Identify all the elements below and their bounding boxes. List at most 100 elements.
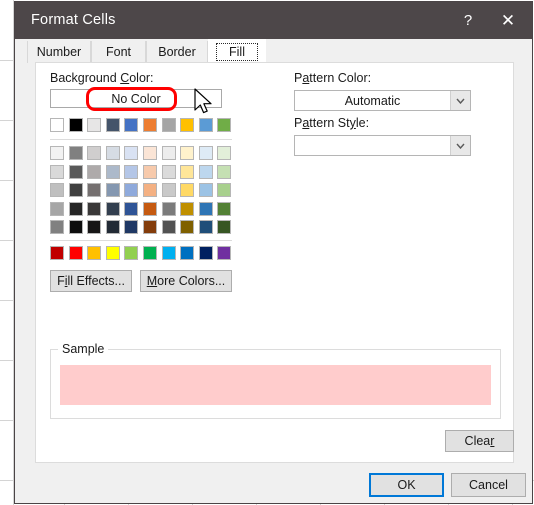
clear-button[interactable]: Clear [445,430,514,452]
theme-variant-swatch-r3-5[interactable] [143,201,157,216]
theme-variant-swatch-r2-2[interactable] [87,183,102,198]
theme-color-swatch-1[interactable] [68,118,83,132]
standard-color-swatch-0[interactable] [50,246,64,260]
theme-variant-swatch-r4-1[interactable] [68,220,83,235]
standard-color-swatch-2[interactable] [87,246,102,260]
theme-variant-swatch-r2-3[interactable] [105,183,120,198]
standard-color-swatch-1[interactable] [68,246,83,260]
theme-variant-swatch-r3-3[interactable] [105,201,120,216]
chevron-down-icon[interactable] [450,91,470,110]
theme-variant-swatch-r3-8[interactable] [198,201,213,216]
theme-variant-swatch-r0-9[interactable] [217,146,232,160]
theme-variant-swatch-r0-0[interactable] [50,146,64,160]
theme-variant-swatch-r4-2[interactable] [87,220,102,235]
theme-variant-swatch-r1-3[interactable] [105,164,120,179]
theme-variant-swatch-r0-7[interactable] [180,146,195,160]
theme-variant-swatch-r1-9[interactable] [217,164,232,179]
more-colors-button[interactable]: More Colors... [140,270,232,292]
fill-effects-button[interactable]: Fill Effects... [50,270,132,292]
theme-color-swatch-4[interactable] [124,118,139,132]
theme-variant-swatch-r3-6[interactable] [161,201,176,216]
standard-color-swatch-7[interactable] [180,246,195,260]
no-color-button[interactable]: No Color [50,89,222,108]
no-color-button-label: No Color [111,91,161,106]
theme-variant-swatch-r2-1[interactable] [68,183,83,198]
theme-variant-swatch-r3-0[interactable] [50,201,64,216]
theme-variant-swatch-r1-7[interactable] [180,164,195,179]
cancel-button[interactable]: Cancel [451,473,526,497]
theme-variant-swatch-r0-2[interactable] [87,146,102,160]
theme-variant-swatch-r0-1[interactable] [68,146,83,160]
background-color-label-pre: Background [50,71,121,85]
standard-color-swatch-4[interactable] [124,246,139,260]
more-colors-label: More Colors... [147,274,226,288]
theme-variant-swatch-r4-9[interactable] [217,220,232,235]
theme-color-swatch-8[interactable] [198,118,213,132]
theme-color-swatch-5[interactable] [143,118,157,132]
theme-variant-swatch-r2-9[interactable] [217,183,232,198]
theme-variant-swatch-r4-7[interactable] [180,220,195,235]
tab-fill[interactable]: Fill [208,39,266,64]
ok-button[interactable]: OK [369,473,444,497]
theme-variant-swatch-r1-6[interactable] [161,164,176,179]
theme-variant-swatch-r2-5[interactable] [143,183,157,198]
theme-variant-swatch-r1-0[interactable] [50,164,64,179]
standard-color-swatch-9[interactable] [217,246,232,260]
theme-color-swatch-0[interactable] [50,118,64,132]
theme-color-swatch-7[interactable] [180,118,195,132]
background-color-label-accel: C [120,71,130,85]
theme-variant-swatch-r0-5[interactable] [143,146,157,160]
fill-tab-panel: Background Color: No Color Fill Effects.… [35,62,514,463]
theme-variant-swatch-r1-1[interactable] [68,164,83,179]
theme-variant-swatch-r2-4[interactable] [124,183,139,198]
tab-number[interactable]: Number [27,41,91,63]
pattern-style-combo[interactable] [294,135,471,156]
help-icon[interactable]: ? [450,2,486,39]
theme-color-swatch-9[interactable] [217,118,232,132]
dialog-titlebar[interactable]: Format Cells ? ✕ [15,2,532,39]
palette-divider [50,139,232,140]
theme-variant-swatch-r4-3[interactable] [105,220,120,235]
theme-variant-swatch-r4-0[interactable] [50,220,64,235]
fill-effects-post: ll Effects... [67,274,125,288]
chevron-down-icon[interactable] [450,136,470,155]
standard-color-swatch-6[interactable] [161,246,176,260]
theme-variant-swatch-r0-3[interactable] [105,146,120,160]
theme-variant-swatch-r0-4[interactable] [124,146,139,160]
dialog-title: Format Cells [31,12,116,28]
theme-variant-swatch-r4-5[interactable] [143,220,157,235]
pattern-color-combo[interactable]: Automatic [294,90,471,111]
standard-color-swatch-3[interactable] [105,246,120,260]
theme-variant-swatch-r3-1[interactable] [68,201,83,216]
theme-variant-swatch-r2-8[interactable] [198,183,213,198]
theme-variant-swatch-r3-9[interactable] [217,201,232,216]
tab-border[interactable]: Border [146,41,208,63]
theme-color-swatch-6[interactable] [161,118,176,132]
ok-label: OK [397,478,416,492]
standard-color-swatch-5[interactable] [143,246,157,260]
theme-variant-swatch-r4-6[interactable] [161,220,176,235]
theme-color-swatch-2[interactable] [87,118,102,132]
theme-variant-swatch-r1-4[interactable] [124,164,139,179]
theme-variant-swatch-r2-0[interactable] [50,183,64,198]
clear-accel: r [490,434,495,448]
theme-variant-swatch-r1-5[interactable] [143,164,157,179]
theme-variant-swatch-r2-7[interactable] [180,183,195,198]
cancel-label: Cancel [469,478,508,492]
theme-variant-swatch-r0-6[interactable] [161,146,176,160]
theme-variant-swatch-r1-8[interactable] [198,164,213,179]
theme-color-swatch-3[interactable] [105,118,120,132]
theme-variant-swatch-r3-4[interactable] [124,201,139,216]
theme-variant-swatch-r3-7[interactable] [180,201,195,216]
theme-variant-swatch-r0-8[interactable] [198,146,213,160]
tab-font[interactable]: Font [91,41,146,63]
standard-color-swatch-8[interactable] [198,246,213,260]
theme-variant-swatch-r3-2[interactable] [87,201,102,216]
theme-variant-swatch-r4-8[interactable] [198,220,213,235]
close-icon[interactable]: ✕ [490,2,526,39]
theme-variant-swatch-r1-2[interactable] [87,164,102,179]
tab-strip: Number Font Border Fill [15,39,532,64]
palette-divider [50,240,232,241]
theme-variant-swatch-r2-6[interactable] [161,183,176,198]
theme-variant-swatch-r4-4[interactable] [124,220,139,235]
